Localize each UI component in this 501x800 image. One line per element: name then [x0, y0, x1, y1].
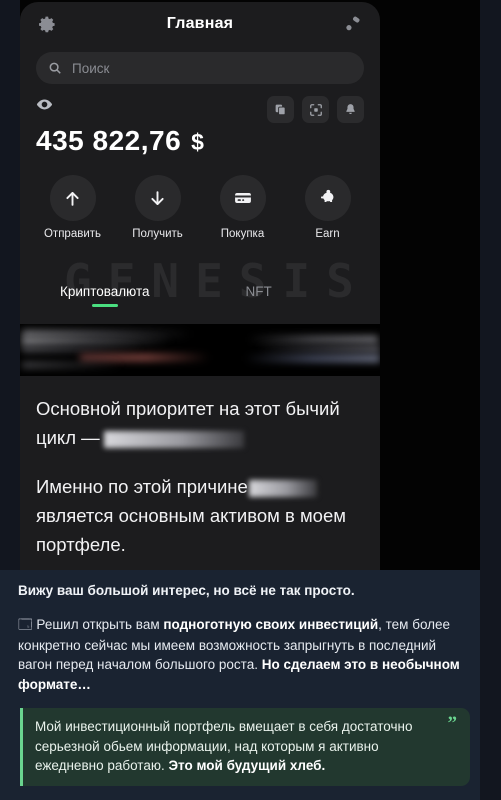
piggy-bank-icon: [304, 175, 351, 221]
crypto-wallet-app-card: Главная Поиск 435 822,76 $ Отправить Пол…: [20, 2, 380, 570]
copy-icon[interactable]: [267, 96, 294, 123]
blur-streak: [22, 346, 142, 352]
fingerprint-icon: 🗔: [18, 617, 33, 633]
gear-icon[interactable]: [38, 15, 57, 34]
search-icon: [48, 61, 62, 75]
quote-mark-icon: ”: [447, 713, 458, 734]
tab-crypto[interactable]: Криптовалюта: [60, 284, 150, 307]
search-placeholder: Поиск: [72, 60, 110, 76]
message-paragraph: 🗔 Решил открыть вам подноготную своих ин…: [18, 615, 462, 694]
censored-asset-row: [20, 324, 380, 376]
link-nodes-icon[interactable]: [343, 15, 362, 34]
search-input[interactable]: Поиск: [36, 52, 364, 84]
quick-action-label: Отправить: [43, 228, 102, 240]
arrow-down-icon: [134, 175, 181, 221]
post-text-line: является основным активом в моем портфел…: [36, 505, 346, 555]
message-body: Вижу ваш большой интерес, но всё не так …: [0, 570, 480, 800]
quick-action-label: Покупка: [220, 228, 265, 240]
bell-icon[interactable]: [337, 96, 364, 123]
blur-streak: [22, 338, 172, 345]
quick-action-label: Earn: [315, 228, 340, 240]
balance-currency: $: [191, 129, 205, 155]
quick-action-send[interactable]: Отправить: [37, 175, 109, 240]
quick-action-label: Получить: [132, 228, 183, 240]
eye-icon[interactable]: [36, 96, 53, 118]
censored-asset-name: [103, 430, 244, 448]
blur-streak: [22, 330, 192, 338]
tab-label: NFT: [245, 284, 272, 299]
post-paragraph-2: Именно по этой причине является основным…: [36, 472, 366, 559]
post-paragraph-1: Основной приоритет на этот бычий цикл —: [36, 394, 366, 452]
quick-actions: Отправить Получить Покупка Earn: [30, 175, 370, 240]
blur-streak: [80, 354, 210, 361]
quote-block: ” Мой инвестиционный портфель вмещает в …: [20, 708, 470, 786]
quick-action-receive[interactable]: Получить: [122, 175, 194, 240]
balance-amount: 435 822,76: [36, 125, 182, 156]
censored-asset-name: [248, 479, 317, 497]
credit-card-icon: [219, 175, 266, 221]
tab-active-indicator: [91, 304, 118, 307]
message-lead: Вижу ваш большой интерес, но всё не так …: [18, 583, 355, 598]
quote-text: Мой инвестиционный портфель вмещает в се…: [35, 717, 432, 776]
blur-streak: [244, 355, 380, 362]
app-header: Главная: [20, 2, 380, 46]
page-title: Главная: [166, 15, 234, 32]
quick-action-buy[interactable]: Покупка: [207, 175, 279, 240]
tab-active-indicator: [246, 304, 272, 307]
balance-action-buttons: [267, 96, 364, 123]
tab-nft[interactable]: NFT: [246, 284, 272, 307]
balance-header-row: [36, 96, 364, 123]
asset-tabs: Криптовалюта NFT: [20, 284, 380, 307]
balance-amount-row: 435 822,76 $: [36, 125, 364, 157]
post-text-line: Именно по этой причине: [36, 476, 248, 497]
blur-streak: [256, 346, 380, 352]
scan-qr-icon[interactable]: [302, 96, 329, 123]
blur-streak: [22, 362, 122, 368]
quick-action-earn[interactable]: Earn: [292, 175, 364, 240]
paragraph-part-1: Решил открыть вам: [36, 617, 164, 632]
blur-streak: [248, 336, 378, 343]
paragraph-bold-1: подноготную своих инвестиций: [163, 617, 379, 632]
quote-bold-1: Это мой будущий хлеб.: [168, 758, 326, 773]
arrow-up-icon: [49, 175, 96, 221]
screenshot-attachment[interactable]: Главная Поиск 435 822,76 $ Отправить Пол…: [20, 0, 480, 570]
tab-label: Криптовалюта: [60, 284, 150, 299]
